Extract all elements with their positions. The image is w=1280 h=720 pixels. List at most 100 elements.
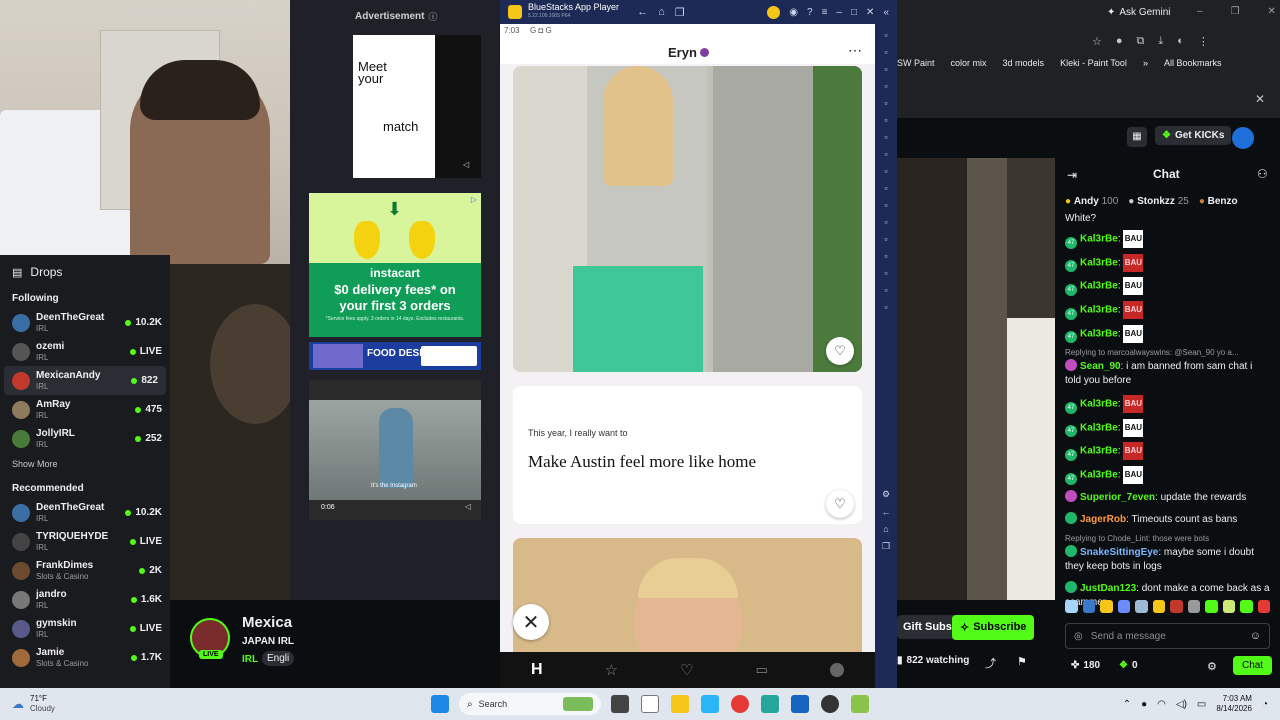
minimize-icon[interactable]: – bbox=[1197, 6, 1203, 17]
chat-username[interactable]: JagerRob bbox=[1080, 514, 1126, 525]
bookmark-item[interactable]: SW Paint bbox=[897, 58, 935, 68]
profile-photo-2[interactable] bbox=[513, 538, 862, 652]
food-ad[interactable]: FOOD DESERVES bbox=[309, 342, 481, 370]
eco-icon[interactable]: ▫ bbox=[884, 234, 887, 244]
info-icon[interactable]: ⓘ bbox=[428, 10, 437, 23]
home-icon[interactable]: ⌂ bbox=[883, 524, 888, 534]
taskbar-search[interactable]: ⌕ Search bbox=[459, 693, 601, 715]
chat-username[interactable]: Kal3rBe bbox=[1080, 470, 1118, 481]
profile-photo-1[interactable]: ♡ bbox=[513, 66, 862, 372]
emote-icon[interactable] bbox=[1170, 600, 1183, 613]
food-ad-button[interactable] bbox=[421, 346, 477, 366]
chat-username[interactable]: Kal3rBe bbox=[1080, 422, 1118, 433]
sidebar-channel[interactable]: TYRIQUEHYDE IRL LIVE bbox=[0, 527, 170, 556]
chat-settings-icon[interactable]: ◎ bbox=[1074, 631, 1083, 642]
kicks-display[interactable]: ❖ 0 bbox=[1119, 660, 1138, 671]
report-icon[interactable]: ⚑ bbox=[1017, 655, 1027, 668]
menu-dots-icon[interactable]: ⋮ bbox=[1198, 35, 1209, 48]
chat-username[interactable]: Kal3rBe bbox=[1080, 399, 1118, 410]
extension-icon[interactable]: ● bbox=[1116, 35, 1123, 48]
emote-icon[interactable] bbox=[1065, 600, 1078, 613]
points-display[interactable]: ✜ 180 bbox=[1071, 660, 1100, 671]
sidebar-channel[interactable]: JollyIRL IRL 252 bbox=[0, 424, 170, 453]
weather-widget[interactable]: ☁ 71°F Cloudy bbox=[0, 694, 120, 714]
layers-icon[interactable]: ▫ bbox=[884, 268, 887, 278]
stream-video-right[interactable] bbox=[897, 158, 1055, 600]
account-icon[interactable]: ◉ bbox=[789, 7, 798, 18]
location-icon[interactable]: ▫ bbox=[884, 200, 887, 210]
chat-users-icon[interactable]: ⚇ bbox=[1257, 167, 1268, 181]
chat-username[interactable]: Kal3rBe bbox=[1080, 281, 1118, 292]
file-explorer-icon[interactable] bbox=[671, 695, 689, 713]
ad-choices-icon[interactable]: ▷ bbox=[471, 195, 477, 204]
chevron-right-icon[interactable]: » bbox=[1143, 58, 1148, 68]
wifi-icon[interactable]: ◠ bbox=[1157, 699, 1166, 710]
chat-username[interactable]: Kal3rBe bbox=[1080, 257, 1118, 268]
bluestacks-icon[interactable] bbox=[851, 695, 869, 713]
close-icon[interactable]: ✕ bbox=[1268, 6, 1276, 17]
matches-icon[interactable]: ▭ bbox=[756, 662, 768, 678]
chat-username[interactable]: Superior_7even bbox=[1080, 492, 1155, 503]
stream-category[interactable]: IRL bbox=[242, 654, 258, 665]
macro-icon[interactable]: ▫ bbox=[884, 251, 887, 261]
emote-icon[interactable] bbox=[1082, 600, 1095, 613]
library-icon[interactable]: ▦ bbox=[1127, 127, 1147, 147]
all-bookmarks[interactable]: All Bookmarks bbox=[1164, 58, 1222, 68]
emote-icon[interactable] bbox=[1257, 600, 1270, 613]
match-ad[interactable]: Meet your match bbox=[353, 35, 435, 178]
subscribe-button[interactable]: ✧ Subscribe bbox=[952, 615, 1035, 640]
refresh-icon[interactable]: ▫ bbox=[884, 285, 887, 295]
sidebar-channel[interactable]: ozemi IRL LIVE bbox=[0, 337, 170, 366]
show-more-button[interactable]: Show More bbox=[0, 453, 170, 475]
notes-icon[interactable] bbox=[761, 695, 779, 713]
paint-icon[interactable] bbox=[791, 695, 809, 713]
mic-icon[interactable]: ● bbox=[1141, 699, 1147, 710]
restore-icon[interactable]: ❐ bbox=[1231, 6, 1240, 17]
sidebar-channel[interactable]: jandro IRL 1.6K bbox=[0, 585, 170, 614]
settings-icon[interactable]: ⚙ bbox=[882, 489, 890, 500]
instacart-ad[interactable]: ⬇ ▷ instacart $0 delivery fees* on your … bbox=[309, 193, 481, 337]
sidebar-channel[interactable]: Jamie Slots & Casino 1.7K bbox=[0, 643, 170, 672]
like-prompt-button[interactable]: ♡ bbox=[826, 490, 854, 518]
standouts-icon[interactable]: ☆ bbox=[605, 661, 618, 679]
close-icon[interactable]: ✕ bbox=[1255, 92, 1265, 106]
files-icon[interactable]: ▫ bbox=[884, 217, 887, 227]
chat-username[interactable]: SnakeSittingEye bbox=[1080, 547, 1158, 558]
puzzle-icon[interactable]: ⧉ bbox=[1137, 35, 1145, 48]
bookmark-star-icon[interactable]: ☆ bbox=[1092, 35, 1102, 48]
emote-icon[interactable] bbox=[1100, 600, 1113, 613]
sidebar-channel[interactable]: MexicanAndy IRL 822 bbox=[4, 366, 166, 395]
maximize-icon[interactable]: □ bbox=[851, 7, 857, 18]
emote-icon[interactable] bbox=[1135, 600, 1148, 613]
volume-icon[interactable]: ◁) bbox=[1176, 699, 1187, 710]
recent-apps-icon[interactable]: ❐ bbox=[675, 6, 685, 19]
chat-username[interactable]: Kal3rBe bbox=[1080, 234, 1118, 245]
profile-icon[interactable]: ◐ bbox=[1177, 35, 1184, 48]
coin-icon[interactable] bbox=[767, 5, 781, 19]
stream-video[interactable] bbox=[170, 264, 290, 600]
start-icon[interactable] bbox=[431, 695, 449, 713]
ask-gemini-button[interactable]: ✦ Ask Gemini bbox=[1107, 7, 1171, 18]
chat-username[interactable]: Kal3rBe bbox=[1080, 328, 1118, 339]
chat-username[interactable]: Sean_90 bbox=[1080, 361, 1121, 372]
bookmark-item[interactable]: color mix bbox=[951, 58, 987, 68]
emoji-icon[interactable]: ☺ bbox=[1250, 630, 1261, 642]
likes-icon[interactable]: ♡ bbox=[680, 661, 693, 679]
keyboard-icon[interactable]: ▫ bbox=[884, 81, 887, 91]
emote-icon[interactable] bbox=[1152, 600, 1165, 613]
like-photo-button[interactable]: ♡ bbox=[826, 337, 854, 365]
tray-chevron-icon[interactable]: ⌃ bbox=[1123, 699, 1131, 710]
share-icon[interactable]: ⤴ bbox=[985, 655, 996, 671]
get-kicks-button[interactable]: ❖ Get KICKs bbox=[1155, 126, 1232, 145]
ad-choices-icon[interactable]: ◁ bbox=[465, 502, 471, 511]
ad-choices-icon[interactable]: ◁ bbox=[463, 160, 469, 169]
emote-icon[interactable] bbox=[1222, 600, 1235, 613]
notepad-icon[interactable] bbox=[641, 695, 659, 713]
chat-gear-icon[interactable]: ⚙ bbox=[1207, 660, 1217, 673]
more-options-icon[interactable]: ⋯ bbox=[848, 42, 862, 59]
media-icon[interactable]: ▫ bbox=[884, 64, 887, 74]
recents-icon[interactable]: ❐ bbox=[882, 541, 890, 552]
emote-icon[interactable] bbox=[1117, 600, 1130, 613]
chat-username[interactable]: Kal3rBe bbox=[1080, 446, 1118, 457]
rotate-icon[interactable]: ▫ bbox=[884, 98, 887, 108]
